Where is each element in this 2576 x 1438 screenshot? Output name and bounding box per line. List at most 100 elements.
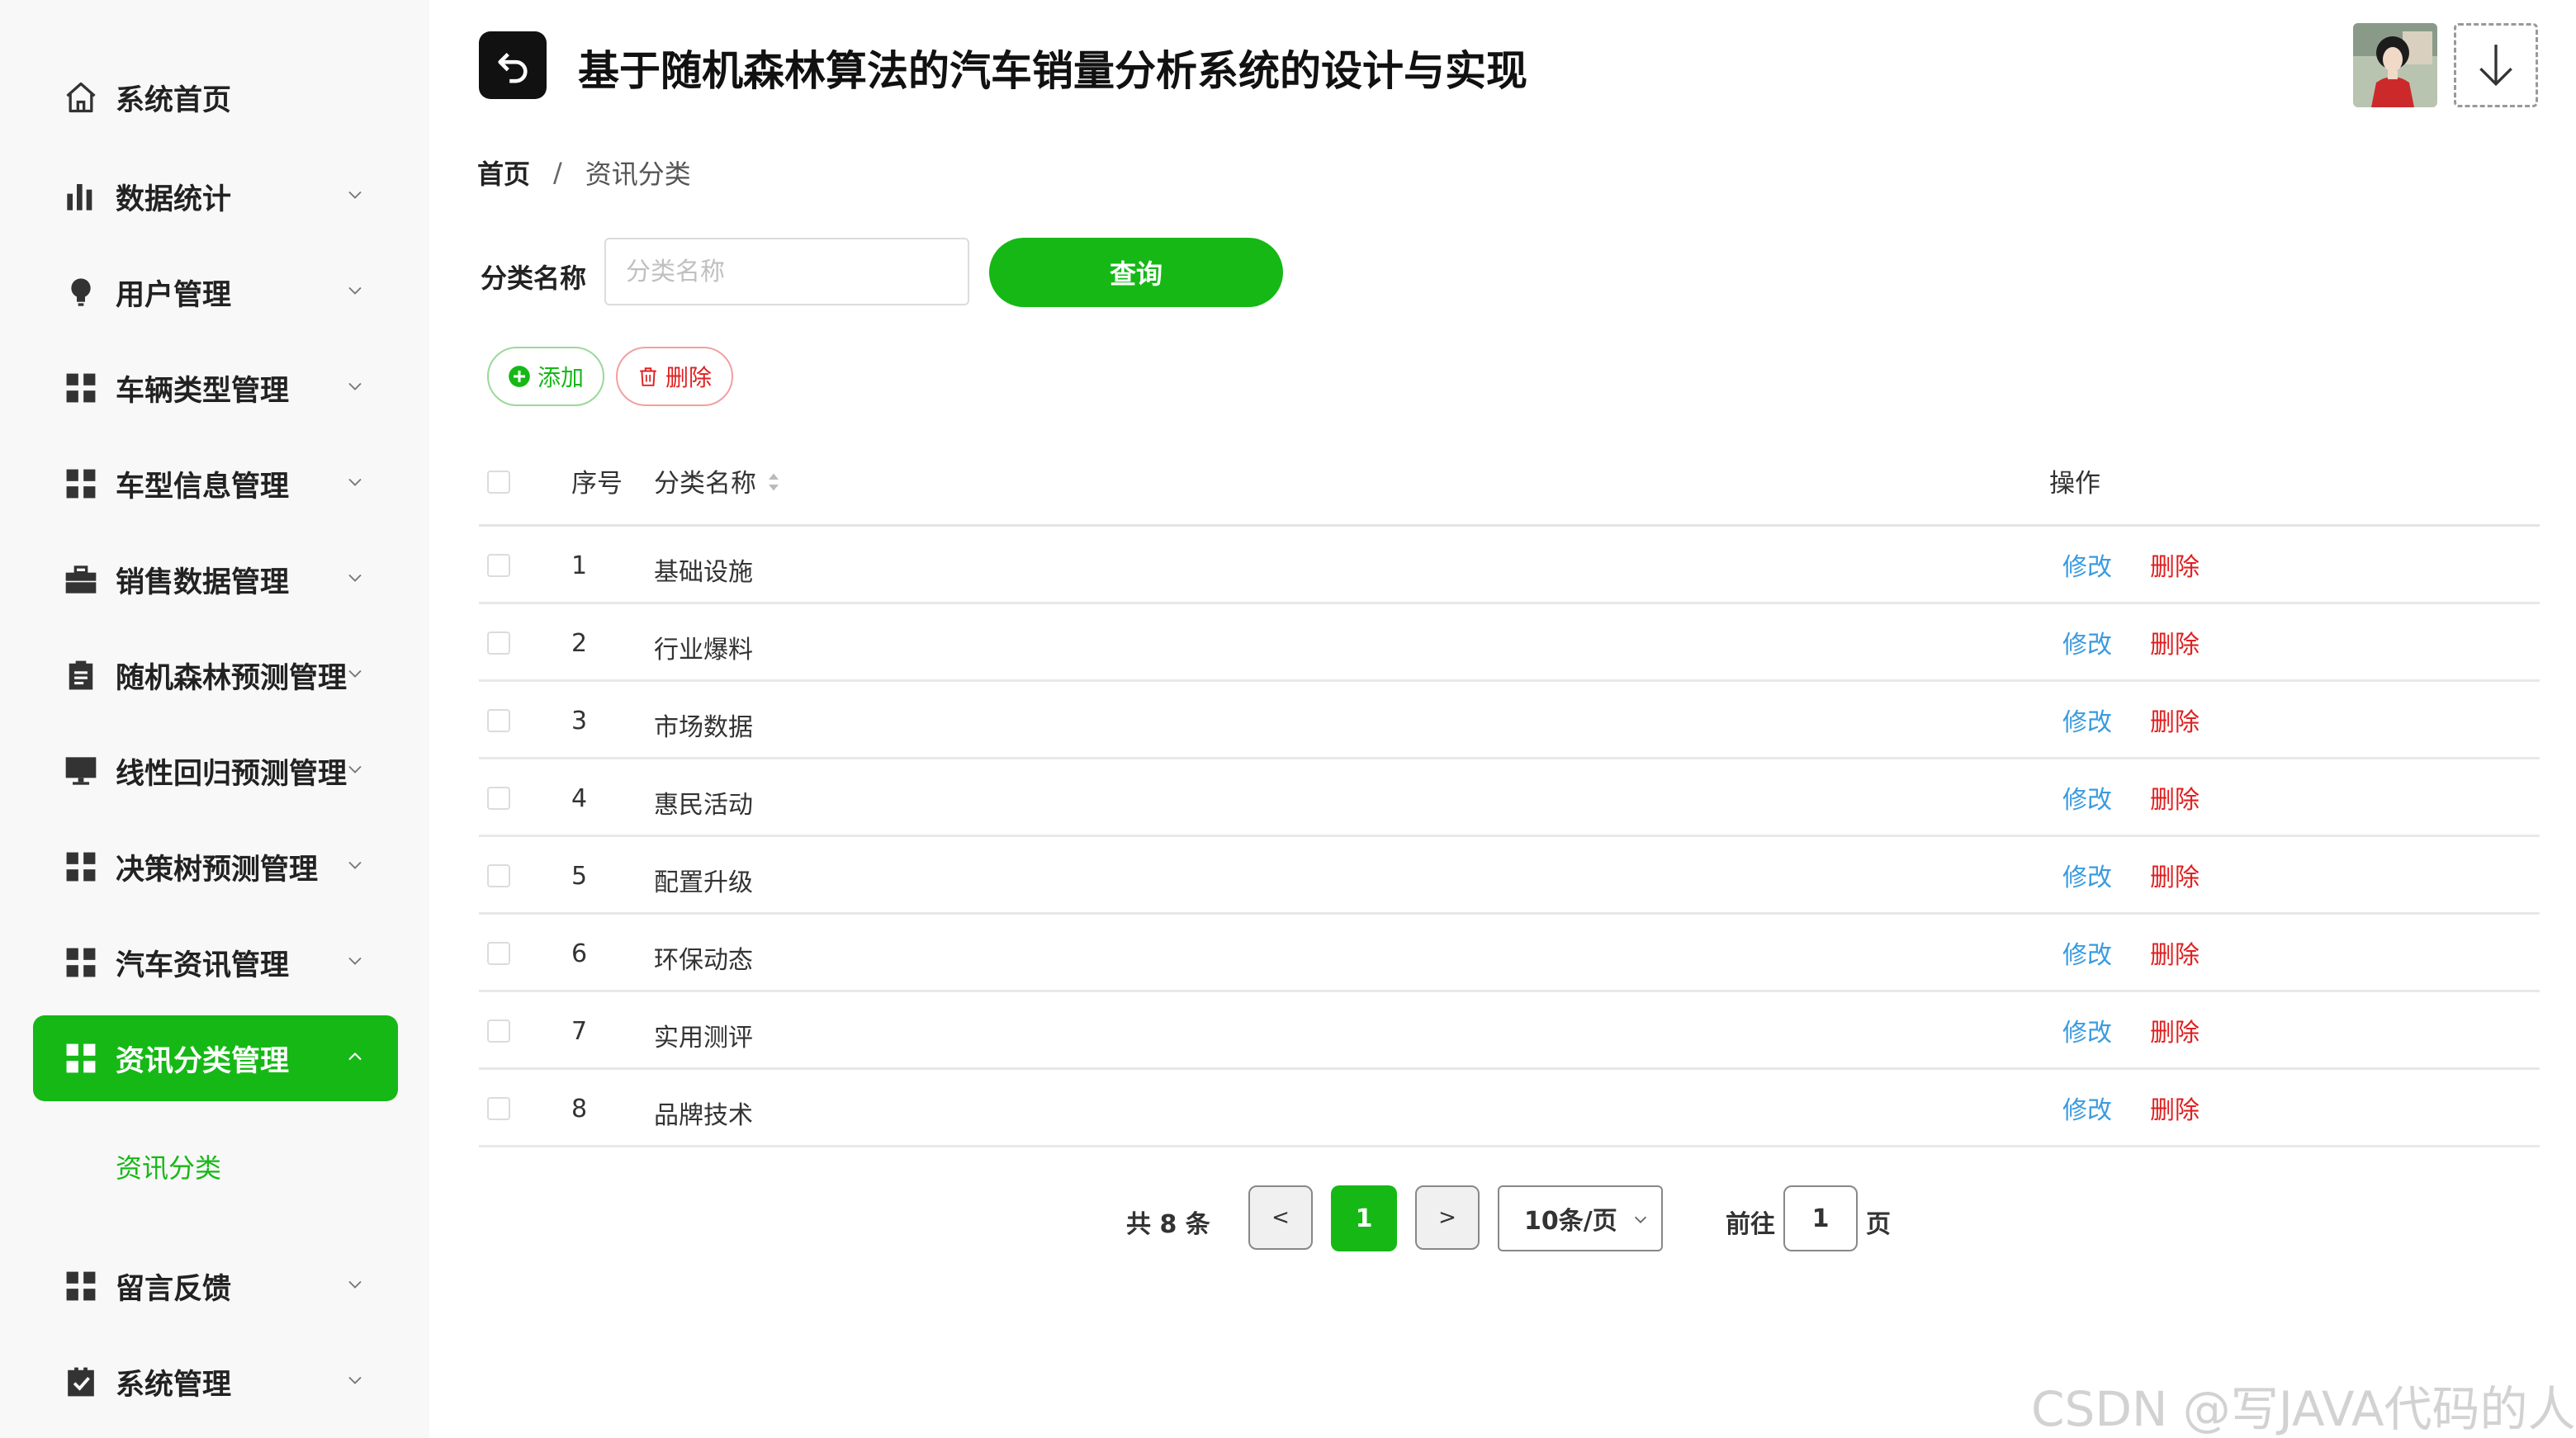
edit-link[interactable]: 修改 bbox=[2062, 857, 2112, 893]
sidebar-item-decision-tree[interactable]: 决策树预测管理 bbox=[33, 824, 398, 910]
home-icon bbox=[63, 79, 99, 116]
chevron-down-icon bbox=[348, 478, 362, 486]
table-row: 1 基础设施 修改 删除 bbox=[479, 527, 2540, 604]
chevron-down-icon bbox=[348, 382, 362, 390]
edit-link[interactable]: 修改 bbox=[2062, 1012, 2112, 1048]
sidebar-item-model-info[interactable]: 车型信息管理 bbox=[33, 441, 398, 527]
chevron-down-icon bbox=[348, 861, 362, 869]
edit-link[interactable]: 修改 bbox=[2062, 779, 2112, 816]
back-button[interactable] bbox=[479, 31, 547, 99]
sidebar-item-home[interactable]: 系统首页 bbox=[33, 54, 398, 140]
lightbulb-icon bbox=[63, 274, 99, 310]
sidebar-item-system[interactable]: 系统管理 bbox=[33, 1339, 398, 1425]
sort-icon[interactable] bbox=[766, 470, 781, 501]
row-index: 3 bbox=[571, 707, 588, 736]
sidebar-item-label: 决策树预测管理 bbox=[116, 853, 319, 887]
sidebar-item-label: 汽车资讯管理 bbox=[116, 948, 290, 982]
table-row: 2 行业爆料 修改 删除 bbox=[479, 604, 2540, 682]
chevron-down-icon bbox=[348, 1280, 362, 1289]
row-category-name: 实用测评 bbox=[654, 1024, 753, 1052]
row-checkbox[interactable] bbox=[487, 709, 510, 732]
sidebar-item-label: 资讯分类管理 bbox=[116, 1044, 290, 1078]
sidebar-item-label: 线性回归预测管理 bbox=[116, 757, 348, 791]
sidebar-item-statistics[interactable]: 数据统计 bbox=[33, 154, 398, 239]
sidebar-item-label: 留言反馈 bbox=[116, 1272, 232, 1306]
row-index: 5 bbox=[571, 862, 588, 891]
delete-link[interactable]: 删除 bbox=[2150, 624, 2200, 660]
sidebar-item-linear-regression[interactable]: 线性回归预测管理 bbox=[33, 728, 398, 814]
download-button[interactable] bbox=[2454, 23, 2538, 107]
back-arrow-icon bbox=[498, 52, 528, 83]
chevron-down-icon bbox=[1634, 1216, 1647, 1223]
delete-link[interactable]: 删除 bbox=[2150, 934, 2200, 971]
category-table: 序号 分类名称 操作 1 基础设施 修改 删除 2 行业爆料 修改 删除 3 市… bbox=[479, 438, 2540, 1147]
chevron-down-icon bbox=[348, 957, 362, 965]
add-button-label: 添加 bbox=[537, 364, 584, 391]
page-size-value: 10条/页 bbox=[1524, 1207, 1617, 1236]
row-checkbox[interactable] bbox=[487, 1019, 510, 1043]
delete-link[interactable]: 删除 bbox=[2150, 857, 2200, 893]
query-button[interactable]: 查询 bbox=[989, 238, 1283, 307]
select-all-checkbox[interactable] bbox=[487, 471, 510, 494]
next-page-button[interactable]: > bbox=[1415, 1185, 1480, 1250]
delete-link[interactable]: 删除 bbox=[2150, 1090, 2200, 1126]
delete-button-label: 删除 bbox=[665, 364, 712, 391]
pagination-total: 共 8 条 bbox=[1126, 1210, 1210, 1239]
table-row: 6 环保动态 修改 删除 bbox=[479, 915, 2540, 992]
delete-link[interactable]: 删除 bbox=[2150, 779, 2200, 816]
sidebar-item-label: 用户管理 bbox=[116, 278, 232, 312]
sidebar-item-label: 销售数据管理 bbox=[116, 565, 290, 599]
sidebar-item-users[interactable]: 用户管理 bbox=[33, 249, 398, 335]
current-page-button[interactable]: 1 bbox=[1331, 1185, 1397, 1251]
row-checkbox[interactable] bbox=[487, 631, 510, 655]
row-checkbox[interactable] bbox=[487, 554, 510, 577]
delete-link[interactable]: 删除 bbox=[2150, 702, 2200, 738]
table-header: 序号 分类名称 操作 bbox=[479, 438, 2540, 527]
sidebar-item-feedback[interactable]: 留言反馈 bbox=[33, 1243, 398, 1329]
grid-icon bbox=[63, 370, 99, 406]
sidebar-item-label: 数据统计 bbox=[116, 182, 232, 216]
avatar[interactable] bbox=[2353, 23, 2437, 107]
row-checkbox[interactable] bbox=[487, 942, 510, 965]
sidebar-item-sales-data[interactable]: 销售数据管理 bbox=[33, 537, 398, 622]
row-category-name: 配置升级 bbox=[654, 868, 753, 897]
grid-icon bbox=[63, 849, 99, 885]
column-header-name[interactable]: 分类名称 bbox=[654, 462, 781, 501]
sidebar-item-label: 车型信息管理 bbox=[116, 470, 290, 504]
submenu-item-news-category[interactable]: 资讯分类 bbox=[116, 1147, 221, 1185]
breadcrumb-home[interactable]: 首页 bbox=[477, 154, 530, 192]
category-name-input[interactable] bbox=[604, 238, 969, 305]
sidebar-item-news-category[interactable]: 资讯分类管理 bbox=[33, 1015, 398, 1101]
sidebar-item-label: 车辆类型管理 bbox=[116, 374, 290, 408]
prev-page-button[interactable]: < bbox=[1248, 1185, 1313, 1250]
sidebar: 系统首页 数据统计 用户管理 车辆类型管理 车型信息管理 销售数据管理 随机森林… bbox=[0, 0, 429, 1438]
trash-icon bbox=[637, 365, 659, 388]
edit-link[interactable]: 修改 bbox=[2062, 702, 2112, 738]
edit-link[interactable]: 修改 bbox=[2062, 624, 2112, 660]
row-checkbox[interactable] bbox=[487, 864, 510, 887]
column-header-name-label: 分类名称 bbox=[654, 469, 756, 499]
page-title: 基于随机森林算法的汽车销量分析系统的设计与实现 bbox=[578, 47, 1527, 95]
grid-icon bbox=[63, 1268, 99, 1304]
chevron-down-icon bbox=[348, 574, 362, 582]
sidebar-item-vehicle-type[interactable]: 车辆类型管理 bbox=[33, 345, 398, 431]
goto-page-input[interactable] bbox=[1783, 1185, 1858, 1251]
edit-link[interactable]: 修改 bbox=[2062, 934, 2112, 971]
edit-link[interactable]: 修改 bbox=[2062, 546, 2112, 583]
delete-link[interactable]: 删除 bbox=[2150, 546, 2200, 583]
add-button[interactable]: 添加 bbox=[487, 347, 604, 406]
page-size-select[interactable]: 10条/页 bbox=[1498, 1185, 1663, 1251]
sidebar-item-car-news[interactable]: 汽车资讯管理 bbox=[33, 920, 398, 1005]
column-header-index: 序号 bbox=[571, 469, 623, 499]
edit-link[interactable]: 修改 bbox=[2062, 1090, 2112, 1126]
row-checkbox[interactable] bbox=[487, 1097, 510, 1120]
chevron-down-icon bbox=[348, 286, 362, 295]
row-checkbox[interactable] bbox=[487, 787, 510, 810]
sidebar-item-label: 系统首页 bbox=[116, 83, 232, 117]
sidebar-item-random-forest[interactable]: 随机森林预测管理 bbox=[33, 632, 398, 718]
table-row: 5 配置升级 修改 删除 bbox=[479, 837, 2540, 915]
batch-delete-button[interactable]: 删除 bbox=[616, 347, 733, 406]
delete-link[interactable]: 删除 bbox=[2150, 1012, 2200, 1048]
chevron-down-icon bbox=[348, 765, 362, 773]
grid-icon bbox=[63, 944, 99, 981]
